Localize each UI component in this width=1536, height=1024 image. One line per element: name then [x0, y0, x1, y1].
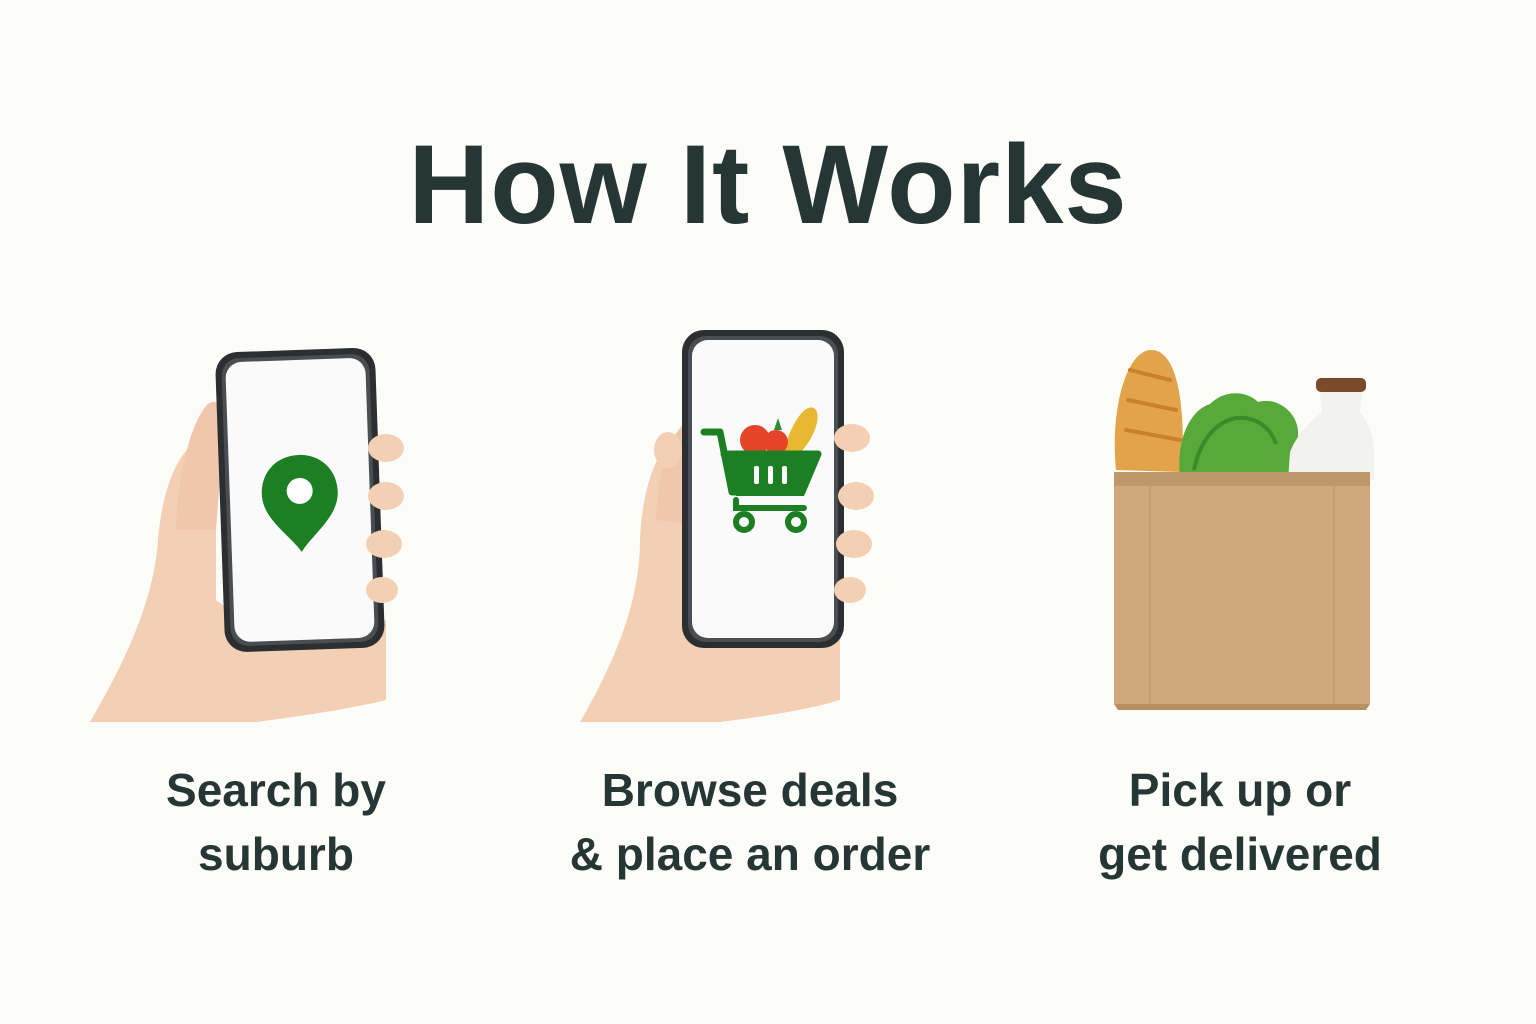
grocery-bag-icon	[1114, 349, 1374, 710]
step-pickup: Pick up or get delivered	[1030, 300, 1450, 900]
step-caption: Browse deals & place an order	[569, 764, 931, 880]
page-title: How It Works	[408, 122, 1128, 247]
hand-phone-illustration	[580, 330, 874, 722]
step-search: Search by suburb	[66, 300, 486, 900]
step-caption: Pick up or get delivered	[1098, 764, 1382, 880]
hand-phone-illustration	[90, 347, 404, 722]
step-browse: Browse deals & place an order	[540, 300, 960, 900]
step-caption: Search by suburb	[166, 764, 386, 880]
